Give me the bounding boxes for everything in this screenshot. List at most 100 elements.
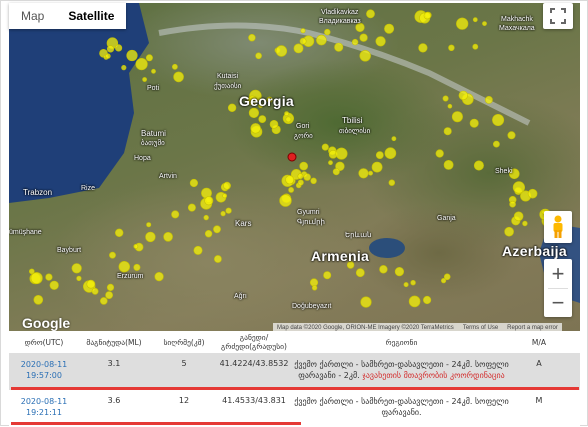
quake-dot[interactable] — [423, 11, 432, 20]
zoom-in-icon[interactable]: + — [544, 260, 572, 288]
quake-dot[interactable] — [146, 222, 152, 228]
quake-dot[interactable] — [203, 214, 209, 221]
quake-dot[interactable] — [522, 220, 528, 227]
quake-dot[interactable] — [151, 68, 156, 74]
quake-dot[interactable] — [300, 28, 306, 34]
quake-dot[interactable] — [334, 42, 344, 52]
quake-dot[interactable] — [49, 280, 59, 290]
quake-dot[interactable] — [469, 118, 479, 128]
quake-dot[interactable] — [375, 36, 386, 47]
quake-dot[interactable] — [375, 151, 384, 159]
quake-dot[interactable] — [279, 194, 292, 207]
quake-dot[interactable] — [509, 200, 516, 208]
quake-dot[interactable] — [472, 17, 478, 23]
quake-dot[interactable] — [384, 147, 397, 159]
quake-dot[interactable] — [145, 231, 156, 243]
quake-dot[interactable] — [275, 45, 288, 57]
quake-dot[interactable] — [248, 34, 256, 42]
quake-dot[interactable] — [297, 173, 304, 180]
quake-dot[interactable] — [316, 34, 327, 46]
quake-dot[interactable] — [355, 268, 365, 278]
quake-dot[interactable] — [250, 123, 261, 134]
quake-dot[interactable] — [223, 181, 231, 190]
quake-dot[interactable] — [303, 173, 311, 181]
quake-dot[interactable] — [121, 64, 127, 71]
fullscreen-button[interactable] — [543, 3, 573, 29]
quake-dot[interactable] — [145, 54, 153, 62]
quake-dot[interactable] — [299, 161, 309, 171]
quake-dot[interactable] — [321, 143, 329, 151]
quake-dot[interactable] — [213, 255, 222, 263]
quake-dot[interactable] — [100, 297, 108, 305]
quake-dot[interactable] — [323, 271, 332, 280]
quake-dot[interactable] — [118, 261, 131, 273]
quake-dot[interactable] — [408, 295, 421, 308]
quake-dot[interactable] — [76, 275, 82, 282]
quake-dot[interactable] — [33, 294, 44, 305]
quake-dot[interactable] — [213, 225, 221, 234]
earthquake-map[interactable]: Georgia Armenia Azerbaija Tbilisi თბილის… — [9, 3, 580, 331]
quake-dot[interactable] — [384, 23, 395, 34]
quake-dot[interactable] — [443, 159, 454, 170]
quake-dot[interactable] — [171, 63, 178, 70]
quake-dot[interactable] — [423, 295, 432, 305]
quake-dot[interactable] — [45, 273, 53, 281]
quake-dot[interactable] — [366, 9, 375, 19]
quake-dot[interactable] — [324, 28, 331, 36]
quake-dot[interactable] — [173, 71, 184, 83]
quake-dot[interactable] — [86, 279, 96, 289]
quake-dot[interactable] — [447, 103, 453, 109]
quake-dot[interactable] — [332, 168, 340, 176]
quake-dot[interactable] — [297, 179, 304, 186]
quake-dot[interactable] — [126, 49, 138, 62]
quake-dot[interactable] — [359, 33, 368, 42]
quake-dot[interactable] — [492, 114, 505, 127]
quake-dot[interactable] — [443, 127, 452, 136]
quake-dot[interactable] — [163, 232, 173, 242]
quake-dot[interactable] — [443, 273, 451, 281]
quake-dot[interactable] — [403, 282, 409, 288]
quake-dot[interactable] — [225, 207, 232, 214]
quake-dot[interactable] — [135, 57, 148, 71]
quake-dot[interactable] — [284, 111, 289, 116]
quake-dot[interactable] — [371, 161, 383, 173]
quake-dot[interactable] — [71, 263, 82, 274]
event-date-link[interactable]: 2020-08-11 — [9, 396, 79, 407]
quake-dot[interactable] — [359, 50, 371, 62]
table-row[interactable]: 2020-08-11 19:57:00 3.1 5 41.4224/43.853… — [9, 353, 580, 390]
quake-dot[interactable] — [473, 160, 484, 171]
quake-dot[interactable] — [293, 43, 304, 54]
quake-dot[interactable] — [435, 149, 444, 158]
terms-of-use-link[interactable]: Terms of Use — [463, 323, 498, 331]
quake-dot[interactable] — [507, 131, 516, 140]
quake-dot[interactable] — [482, 21, 487, 26]
quake-dot[interactable] — [171, 210, 180, 219]
quake-dot[interactable] — [248, 107, 259, 118]
quake-dot[interactable] — [114, 228, 124, 238]
quake-dot[interactable] — [492, 140, 500, 148]
quake-dot[interactable] — [309, 278, 319, 287]
quake-dot[interactable] — [513, 211, 524, 222]
quake-dot[interactable] — [418, 43, 428, 53]
quake-dot[interactable] — [285, 175, 295, 185]
quake-dot[interactable] — [142, 77, 147, 82]
quake-dot[interactable] — [204, 230, 213, 238]
zoom-out-icon[interactable]: − — [544, 289, 572, 317]
quake-dot[interactable] — [106, 283, 115, 292]
map-type-map-button[interactable]: Map — [9, 3, 56, 29]
event-time-link[interactable]: 19:57:00 — [9, 370, 79, 381]
quake-dot[interactable] — [133, 263, 141, 271]
quake-dot[interactable] — [154, 272, 164, 282]
quake-dot[interactable] — [105, 291, 113, 299]
map-type-satellite-button[interactable]: Satellite — [56, 3, 126, 29]
quake-dot[interactable] — [379, 265, 388, 274]
quake-dot[interactable] — [394, 267, 405, 277]
quake-dot[interactable] — [255, 52, 262, 60]
quake-dot[interactable] — [512, 181, 526, 194]
quake-dot[interactable] — [258, 115, 267, 123]
quake-dot[interactable] — [30, 272, 43, 285]
quake-dot[interactable] — [288, 186, 294, 193]
quake-dot[interactable] — [114, 44, 123, 52]
quake-dot[interactable] — [391, 136, 397, 142]
quake-dot[interactable] — [222, 193, 228, 199]
